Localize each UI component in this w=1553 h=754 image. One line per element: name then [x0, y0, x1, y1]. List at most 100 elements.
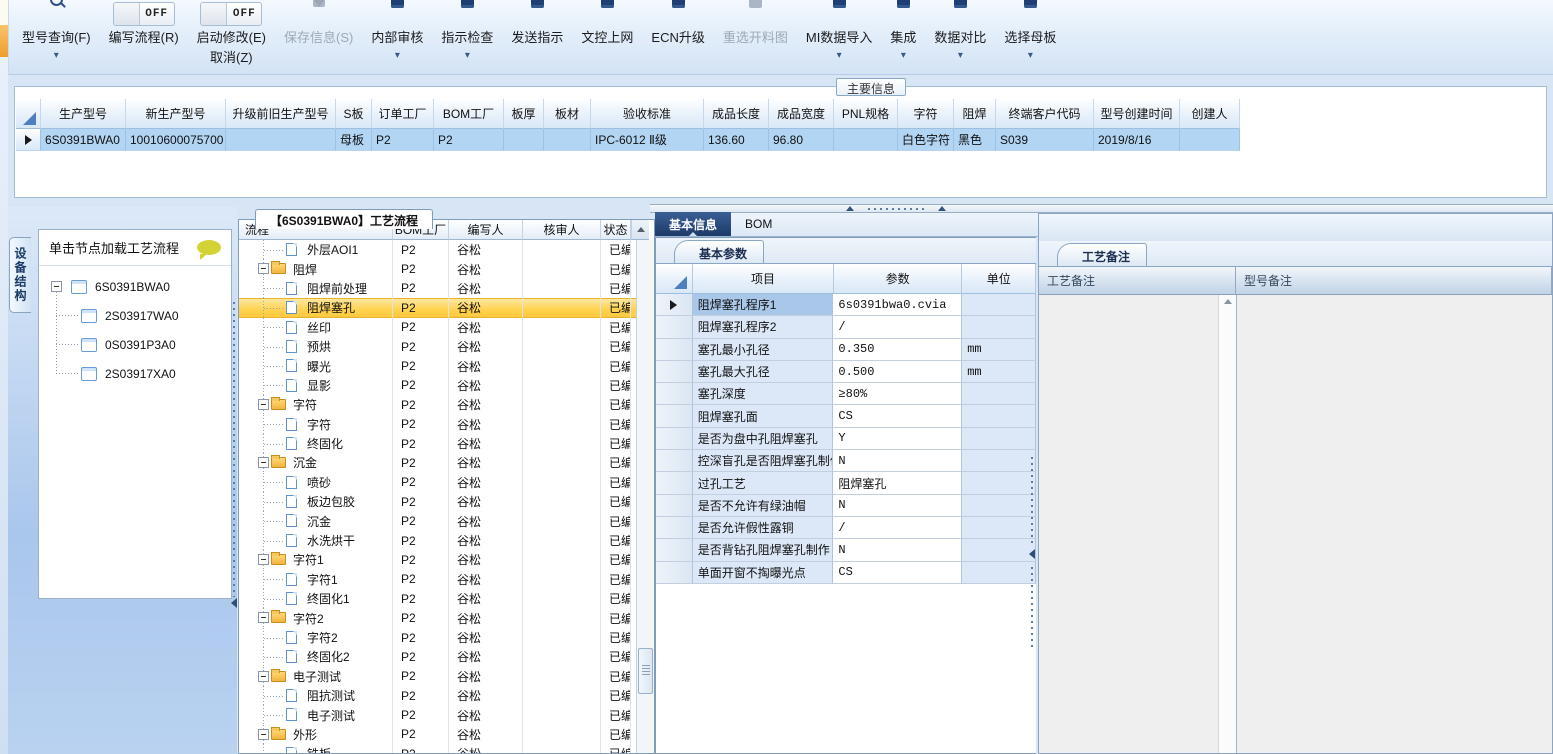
param-name-cell[interactable]: 是否背钻孔阻焊塞孔制作 [692, 539, 834, 562]
row-selector-cell[interactable] [656, 383, 693, 406]
column-header[interactable]: BOM工厂 [434, 99, 504, 129]
toolbar-button-ecn-upgrade[interactable]: ECN升级 [642, 0, 713, 74]
process-row[interactable]: 外层AOI1 P2谷松 已编写 [239, 240, 636, 260]
splitter-left[interactable] [230, 207, 238, 754]
model-grid-cell[interactable]: IPC-6012 Ⅱ级 [591, 129, 704, 151]
column-header[interactable]: 升级前旧生产型号 [226, 99, 336, 129]
tab-process-flow[interactable]: 【6S0391BWA0】工艺流程 [255, 209, 434, 229]
dropdown-arrow-icon[interactable]: ▾ [54, 51, 59, 61]
scroll-up-button[interactable] [631, 220, 649, 240]
process-row[interactable]: 字符1 P2谷松 已编写 [239, 569, 636, 590]
process-row[interactable]: 终固化 P2谷松 已编写 [239, 433, 636, 454]
process-row[interactable]: 电子测试 P2谷松 已编写 [239, 705, 636, 725]
param-row[interactable]: 塞孔深度 ≥80% [656, 383, 1036, 406]
param-value-cell[interactable]: N [833, 450, 963, 473]
param-value-cell[interactable]: CS [833, 561, 963, 584]
process-row[interactable]: 阻焊塞孔 P2谷松 已编写 [239, 298, 636, 318]
toggle-start-modify[interactable]: OFF [200, 2, 263, 26]
collapse-box-icon[interactable] [258, 399, 269, 411]
row-selector-cell[interactable] [656, 494, 693, 517]
param-name-cell[interactable]: 单面开窗不掏曝光点 [692, 561, 834, 584]
param-row[interactable]: 单面开窗不掏曝光点 CS [656, 561, 1036, 584]
remarks-scrollbar[interactable] [1218, 295, 1236, 753]
param-value-cell[interactable]: 0.500 [833, 360, 963, 384]
collapse-box-icon[interactable] [258, 670, 269, 682]
grid-corner-cell[interactable] [16, 99, 41, 129]
dropdown-arrow-icon[interactable]: ▾ [958, 51, 963, 61]
row-selector-cell[interactable] [656, 539, 693, 562]
param-unit-cell[interactable] [962, 539, 1036, 562]
model-grid-cell[interactable] [544, 129, 591, 151]
column-header[interactable]: 型号创建时间 [1094, 99, 1180, 129]
param-unit-cell[interactable] [962, 561, 1036, 584]
dropdown-arrow-icon[interactable]: ▾ [837, 51, 842, 61]
param-name-cell[interactable]: 控深盲孔是否阻焊塞孔制作 [692, 450, 834, 473]
param-unit-cell[interactable] [962, 450, 1036, 473]
process-row[interactable]: 板边包胶 P2谷松 已编写 [239, 492, 636, 512]
tab-basic-params[interactable]: 基本参数 [674, 240, 765, 263]
toolbar-button-select-motherboard[interactable]: 选择母板 ▾ [995, 0, 1065, 74]
model-grid-cell[interactable] [226, 129, 336, 151]
param-name-cell[interactable]: 阻焊塞孔面 [692, 405, 834, 428]
process-row[interactable]: 终固化2 P2谷松 已编写 [239, 647, 636, 667]
collapse-left-icon[interactable] [231, 598, 237, 608]
process-row[interactable]: 字符1 P2谷松 已编写 [239, 550, 636, 570]
collapse-box-icon[interactable] [258, 263, 269, 275]
param-value-cell[interactable]: 6s0391bwa0.cvia [833, 294, 963, 317]
param-unit-cell[interactable] [962, 472, 1036, 495]
toolbar-button-integrate[interactable]: 集成 ▾ [881, 0, 925, 74]
param-unit-cell[interactable] [962, 427, 1036, 451]
row-selector-cell[interactable] [656, 450, 693, 473]
param-value-cell[interactable]: / [833, 516, 963, 540]
column-header[interactable]: 项目 [693, 264, 834, 294]
model-grid-data-row[interactable]: 6S0391BWA0 10010600075700 母板 P2 P2 IPC-6012 Ⅱ… [16, 129, 1545, 151]
model-grid-cell[interactable]: 96.80 [769, 129, 834, 151]
model-grid-cell[interactable] [1180, 129, 1240, 151]
toolbar-button-save-info[interactable]: 保存信息(S) [275, 0, 362, 74]
toolbar-button-model-query[interactable]: 型号查询(F) ▾ [13, 0, 100, 74]
param-name-cell[interactable]: 塞孔深度 [692, 383, 834, 406]
model-grid-cell[interactable]: 黑色 [954, 129, 996, 151]
process-row[interactable]: 字符 P2谷松 已编写 [239, 414, 636, 434]
row-selector-cell[interactable] [656, 427, 693, 451]
model-grid-cell[interactable]: P2 [434, 129, 504, 151]
column-header[interactable]: PNL规格 [834, 99, 898, 129]
toolbar-button-write-flow[interactable]: OFF 编写流程(R) [100, 0, 188, 74]
tab-device-structure[interactable]: 设备结构 [9, 237, 31, 313]
param-unit-cell[interactable] [962, 494, 1036, 517]
column-header-process-remark[interactable]: 工艺备注 [1039, 267, 1236, 295]
column-header[interactable]: 新生产型号 [126, 99, 226, 129]
scrollbar-thumb[interactable] [638, 648, 653, 694]
splitter-grip[interactable] [233, 302, 235, 597]
param-row[interactable]: 阻焊塞孔面 CS [656, 405, 1036, 428]
column-header[interactable]: 状态 [601, 220, 631, 240]
param-value-cell[interactable]: 0.350 [833, 338, 963, 361]
param-name-cell[interactable]: 是否允许假性露铜 [692, 516, 834, 540]
splitter-right[interactable] [1028, 237, 1036, 754]
column-header[interactable]: 验收标准 [591, 99, 704, 129]
model-grid-cell[interactable]: 10010600075700 [126, 129, 226, 151]
param-row[interactable]: 控深盲孔是否阻焊塞孔制作 N [656, 450, 1036, 473]
process-row[interactable]: 铣板 P2谷松 已编写 [239, 744, 636, 753]
column-header[interactable]: 成品长度 [704, 99, 769, 129]
param-name-cell[interactable]: 塞孔最小孔径 [692, 338, 834, 361]
process-row[interactable]: 水洗烘干 P2谷松 已编写 [239, 530, 636, 551]
param-value-cell[interactable]: N [833, 539, 963, 562]
model-grid-cell[interactable]: 136.60 [704, 129, 769, 151]
column-header[interactable]: 创建人 [1180, 99, 1240, 129]
tree-node[interactable]: 2S03917XA0 [39, 359, 231, 388]
dropdown-arrow-icon[interactable]: ▾ [901, 51, 906, 61]
splitter-grip[interactable] [868, 208, 926, 210]
row-selector-cell[interactable] [16, 129, 41, 151]
param-name-cell[interactable]: 阻焊塞孔程序1 [692, 294, 834, 317]
process-row[interactable]: 阻抗测试 P2谷松 已编写 [239, 685, 636, 706]
tree-node[interactable]: 2S03917WA0 [39, 301, 231, 330]
process-row[interactable]: 沉金 P2谷松 已编写 [239, 453, 636, 473]
row-selector-cell[interactable] [656, 338, 693, 361]
param-unit-cell[interactable] [962, 294, 1036, 317]
tab-basic-info[interactable]: 基本信息 [655, 212, 732, 236]
column-header[interactable]: S板 [336, 99, 372, 129]
param-row[interactable]: 是否为盘中孔阻焊塞孔 Y [656, 427, 1036, 451]
process-row[interactable]: 丝印 P2谷松 已编写 [239, 317, 636, 337]
param-unit-cell[interactable] [962, 383, 1036, 406]
